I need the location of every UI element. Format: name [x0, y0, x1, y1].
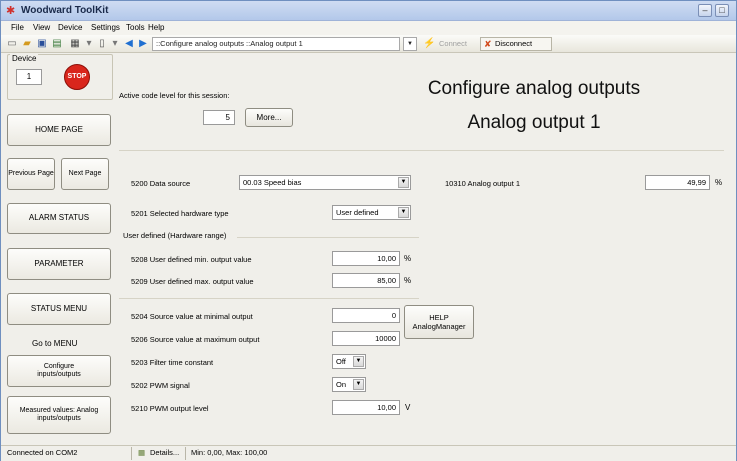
- filter-value: Off: [336, 357, 346, 366]
- user-defined-group-title: User defined (Hardware range): [123, 231, 227, 240]
- device-number-field[interactable]: 1: [16, 69, 42, 85]
- maximize-button[interactable]: □: [715, 4, 729, 17]
- next-page-button[interactable]: Next Page: [61, 158, 109, 190]
- save-icon[interactable]: ▣: [36, 38, 48, 50]
- window-title: Woodward ToolKit: [21, 5, 109, 16]
- code-level-field: 5: [203, 110, 235, 125]
- forward-icon[interactable]: ▶: [137, 38, 149, 50]
- main-panel: Active code level for this session: 5 Mo…: [119, 54, 736, 444]
- application-window: ✱ Woodward ToolKit – □ File View Device …: [0, 0, 737, 461]
- group-divider: [237, 237, 419, 238]
- hardware-type-label: 5201 Selected hardware type: [131, 209, 229, 218]
- details-link[interactable]: Details...: [150, 448, 179, 457]
- page-title: Configure analog outputs: [427, 78, 641, 99]
- menu-bar: File View Device Settings Tools Help: [1, 21, 736, 35]
- connect-icon: ⚡: [423, 38, 436, 49]
- app-icon: ✱: [6, 5, 16, 17]
- new-file-icon[interactable]: ▭: [6, 38, 18, 50]
- status-divider: [131, 447, 132, 460]
- page-icon[interactable]: ▯: [96, 38, 108, 50]
- menu-file[interactable]: File: [11, 23, 24, 32]
- min-output-label: 5208 User defined min. output value: [131, 255, 252, 264]
- status-menu-button[interactable]: STATUS MENU: [7, 293, 111, 325]
- details-icon: ▦: [138, 448, 146, 457]
- disconnect-label: Disconnect: [495, 39, 533, 48]
- stop-button[interactable]: STOP: [64, 64, 90, 90]
- data-source-label: 5200 Data source: [131, 179, 191, 188]
- data-source-select[interactable]: 00.03 Speed bias ▼: [239, 175, 411, 190]
- status-divider-2: [185, 447, 186, 460]
- title-bar: ✱ Woodward ToolKit – □: [1, 1, 736, 21]
- home-page-button[interactable]: HOME PAGE: [7, 114, 111, 146]
- status-bar: Connected on COM2 ▦ Details... Min: 0,00…: [1, 445, 736, 461]
- measured-values-button[interactable]: Measured values: Analog inputs/outputs: [7, 396, 111, 434]
- navigation-sidebar: Device 1 STOP HOME PAGE Previous Page Ne…: [3, 54, 117, 444]
- help-analogmanager-button[interactable]: HELP AnalogManager: [404, 305, 474, 339]
- alarm-status-button[interactable]: ALARM STATUS: [7, 203, 111, 234]
- device-icon[interactable]: ▤: [51, 38, 63, 50]
- min-output-field[interactable]: 10,00: [332, 251, 400, 266]
- menu-view[interactable]: View: [33, 23, 50, 32]
- previous-page-button[interactable]: Previous Page: [7, 158, 55, 190]
- pwm-signal-select[interactable]: On ▼: [332, 377, 366, 392]
- configure-io-button[interactable]: Configure inputs/outputs: [7, 355, 111, 387]
- filter-label: 5203 Filter time constant: [131, 358, 214, 367]
- analog-output-field: 49,99: [645, 175, 710, 190]
- page-path-field[interactable]: ::Configure analog outputs ::Analog outp…: [152, 37, 400, 51]
- connect-button[interactable]: Connect: [435, 37, 475, 51]
- chevron-down-icon[interactable]: ▼: [398, 177, 409, 188]
- pwm-signal-value: On: [336, 380, 347, 389]
- hardware-type-value: User defined: [336, 208, 379, 217]
- chevron-down-icon[interactable]: ▼: [398, 207, 409, 218]
- menu-device[interactable]: Device: [58, 23, 82, 32]
- max-output-unit: %: [404, 276, 412, 285]
- open-folder-icon[interactable]: ▰: [21, 38, 33, 50]
- toolbar: ▭ ▰ ▣ ▤ ▦ ▾ ▯ ▾ ◀ ▶ ::Configure analog o…: [1, 35, 736, 53]
- disconnect-button[interactable]: ✘ Disconnect: [480, 37, 552, 51]
- source-min-field[interactable]: 0: [332, 308, 400, 323]
- dropdown-arrow-icon-2[interactable]: ▾: [109, 38, 121, 50]
- device-group: Device 1 STOP: [7, 54, 113, 100]
- min-output-unit: %: [404, 254, 412, 263]
- source-max-field[interactable]: 10000: [332, 331, 400, 346]
- pwm-level-field[interactable]: 10,00: [332, 400, 400, 415]
- back-icon[interactable]: ◀: [123, 38, 135, 50]
- section-divider: [119, 298, 419, 299]
- dropdown-arrow-icon[interactable]: ▾: [83, 38, 95, 50]
- connection-status: Connected on COM2: [7, 448, 78, 457]
- pwm-level-label: 5210 PWM output level: [131, 404, 209, 413]
- data-source-value: 00.03 Speed bias: [243, 178, 302, 187]
- source-max-label: 5206 Source value at maximum output: [131, 335, 260, 344]
- pwm-level-unit: V: [405, 403, 411, 412]
- analog-output-label: 10310 Analog output 1: [445, 179, 521, 188]
- chevron-down-icon[interactable]: ▼: [353, 379, 364, 390]
- more-button[interactable]: More...: [245, 108, 293, 127]
- parameter-button[interactable]: PARAMETER: [7, 248, 111, 280]
- header-divider: [119, 150, 724, 151]
- filter-select[interactable]: Off ▼: [332, 354, 366, 369]
- max-output-label: 5209 User defined max. output value: [131, 277, 254, 286]
- go-to-menu-label: Go to MENU: [32, 339, 78, 348]
- page-dropdown-arrow-icon[interactable]: ▼: [403, 37, 417, 51]
- menu-settings[interactable]: Settings: [91, 23, 120, 32]
- source-min-label: 5204 Source value at minimal output: [131, 312, 253, 321]
- menu-tools[interactable]: Tools: [126, 23, 145, 32]
- device-label: Device: [10, 54, 39, 63]
- page-subtitle: Analog output 1: [467, 112, 601, 133]
- print-icon[interactable]: ▦: [69, 38, 81, 50]
- code-level-label: Active code level for this session:: [119, 91, 230, 100]
- max-output-field[interactable]: 85,00: [332, 273, 400, 288]
- analog-output-unit: %: [715, 178, 723, 187]
- hardware-type-select[interactable]: User defined ▼: [332, 205, 411, 220]
- range-status: Min: 0,00, Max: 100,00: [191, 448, 268, 457]
- pwm-signal-label: 5202 PWM signal: [131, 381, 190, 390]
- chevron-down-icon[interactable]: ▼: [353, 356, 364, 367]
- minimize-button[interactable]: –: [698, 4, 712, 17]
- menu-help[interactable]: Help: [148, 23, 164, 32]
- disconnect-icon: ✘: [484, 39, 492, 49]
